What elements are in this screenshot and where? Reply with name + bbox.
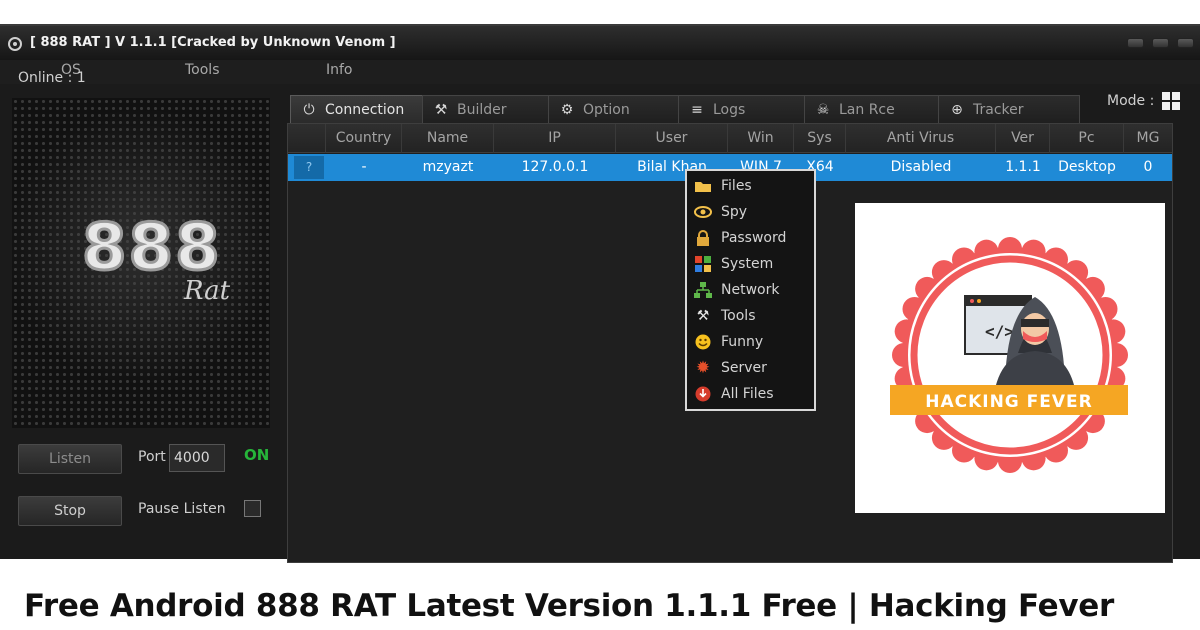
minimize-button[interactable] bbox=[1127, 38, 1144, 48]
tab-builder[interactable]: ⚒ Builder bbox=[422, 95, 550, 123]
logo-panel: 888 Rat bbox=[12, 98, 270, 428]
page: [ 888 RAT ] V 1.1.1 [Cracked by Unknown … bbox=[0, 0, 1200, 630]
header-ver[interactable]: Ver bbox=[996, 124, 1050, 153]
tab-label: Builder bbox=[457, 101, 507, 118]
tab-label: Lan Rce bbox=[839, 101, 895, 118]
menu-item-files[interactable]: Files bbox=[693, 173, 752, 199]
mode-indicator: Mode : bbox=[1107, 92, 1181, 110]
listen-status: ON bbox=[244, 446, 270, 464]
close-button[interactable] bbox=[1177, 38, 1194, 48]
page-caption: Free Android 888 RAT Latest Version 1.1.… bbox=[24, 588, 1114, 624]
cell-country: - bbox=[361, 159, 367, 175]
listen-button[interactable]: Listen bbox=[18, 444, 122, 474]
menu-item-label: Spy bbox=[721, 204, 748, 220]
header-user[interactable]: User bbox=[616, 124, 728, 153]
cell-ver: 1.1.1 bbox=[1005, 159, 1041, 175]
tab-label: Tracker bbox=[973, 101, 1024, 118]
gear-icon: ⚙ bbox=[560, 101, 574, 118]
list-icon: ≡ bbox=[691, 101, 703, 118]
header-sys[interactable]: Sys bbox=[794, 124, 846, 153]
lock-icon bbox=[693, 229, 713, 247]
folder-icon bbox=[693, 177, 713, 195]
header-antivirus[interactable]: Anti Virus bbox=[846, 124, 996, 153]
windows-icon bbox=[693, 255, 713, 273]
cell-name: mzyazt bbox=[422, 159, 474, 175]
cell-ip: 127.0.0.1 bbox=[521, 159, 589, 175]
server-icon: ✹ bbox=[695, 358, 711, 378]
menu-item-password[interactable]: Password bbox=[693, 225, 786, 251]
app-icon bbox=[8, 37, 22, 51]
hacking-fever-badge: </> HACKING FEVER bbox=[855, 203, 1165, 513]
window-title: [ 888 RAT ] V 1.1.1 [Cracked by Unknown … bbox=[30, 35, 396, 50]
tab-option[interactable]: ⚙ Option bbox=[548, 95, 680, 123]
menu-item-label: Funny bbox=[721, 334, 764, 350]
title-bar: [ 888 RAT ] V 1.1.1 [Cracked by Unknown … bbox=[0, 26, 1200, 60]
eye-icon bbox=[693, 203, 713, 221]
badge-graphic: </> HACKING FEVER bbox=[890, 237, 1128, 473]
header-win[interactable]: Win bbox=[728, 124, 794, 153]
logo-rat: Rat bbox=[184, 276, 231, 306]
mode-label: Mode : bbox=[1107, 93, 1155, 109]
menu-info[interactable]: Info bbox=[326, 62, 353, 78]
port-label: Port bbox=[138, 449, 166, 465]
menu-item-system[interactable]: System bbox=[693, 251, 773, 277]
tab-tracker[interactable]: ⊕ Tracker bbox=[938, 95, 1080, 123]
menu-item-all-files[interactable]: All Files bbox=[693, 381, 774, 407]
header-pc[interactable]: Pc bbox=[1050, 124, 1124, 153]
menu-item-server[interactable]: ✹ Server bbox=[693, 355, 767, 381]
skull-icon: ☠ bbox=[816, 101, 830, 118]
tab-connection[interactable]: ⏻ Connection bbox=[290, 95, 424, 123]
online-count: Online : 1 bbox=[18, 70, 86, 86]
cell-pc: Desktop bbox=[1058, 159, 1116, 175]
menu-item-label: Network bbox=[721, 282, 780, 298]
table-header: Country Name IP User Win Sys Anti Virus … bbox=[288, 124, 1172, 153]
menu-bar: OS Tools Info bbox=[0, 60, 1200, 84]
header-flag bbox=[288, 124, 326, 153]
menu-item-label: Tools bbox=[721, 308, 756, 324]
menu-item-label: System bbox=[721, 256, 774, 272]
pause-listen-label: Pause Listen bbox=[138, 501, 226, 517]
menu-tools[interactable]: Tools bbox=[185, 62, 220, 78]
logo-888: 888 bbox=[81, 211, 222, 285]
menu-item-label: Server bbox=[721, 360, 767, 376]
menu-item-label: Files bbox=[721, 178, 752, 194]
smiley-icon bbox=[693, 333, 713, 351]
context-menu: Files Spy Password System Network ⚒ Tool… bbox=[685, 169, 816, 411]
header-country[interactable]: Country bbox=[326, 124, 402, 153]
tools-icon: ⚒ bbox=[434, 101, 448, 118]
menu-item-network[interactable]: Network bbox=[693, 277, 779, 303]
tab-label: Logs bbox=[713, 101, 746, 118]
menu-item-label: All Files bbox=[721, 386, 774, 402]
header-ip[interactable]: IP bbox=[494, 124, 616, 153]
code-symbol: </> bbox=[985, 322, 1014, 341]
badge-text: HACKING FEVER bbox=[925, 392, 1093, 412]
cell-mg: 0 bbox=[1143, 159, 1153, 175]
tab-lan-rce[interactable]: ☠ Lan Rce bbox=[804, 95, 940, 123]
header-name[interactable]: Name bbox=[402, 124, 494, 153]
maximize-button[interactable] bbox=[1152, 38, 1169, 48]
stop-button[interactable]: Stop bbox=[18, 496, 122, 526]
globe-icon: ⊕ bbox=[951, 101, 963, 118]
port-input[interactable] bbox=[169, 444, 225, 472]
header-mg[interactable]: MG bbox=[1124, 124, 1172, 153]
tab-label: Connection bbox=[325, 101, 405, 118]
country-flag: ? bbox=[294, 156, 324, 179]
menu-item-spy[interactable]: Spy bbox=[693, 199, 747, 225]
pause-listen-checkbox[interactable] bbox=[244, 500, 261, 517]
window-controls bbox=[1127, 38, 1194, 48]
cell-antivirus: Disabled bbox=[890, 159, 952, 175]
menu-item-label: Password bbox=[721, 230, 787, 246]
tab-logs[interactable]: ≡ Logs bbox=[678, 95, 806, 123]
windows-icon bbox=[1162, 92, 1181, 110]
network-icon bbox=[693, 281, 713, 299]
menu-item-funny[interactable]: Funny bbox=[693, 329, 763, 355]
menu-item-tools[interactable]: ⚒ Tools bbox=[693, 303, 756, 329]
tab-label: Option bbox=[583, 101, 630, 118]
download-icon bbox=[693, 385, 713, 403]
plug-icon: ⏻ bbox=[303, 101, 315, 118]
tools-icon: ⚒ bbox=[696, 308, 710, 324]
